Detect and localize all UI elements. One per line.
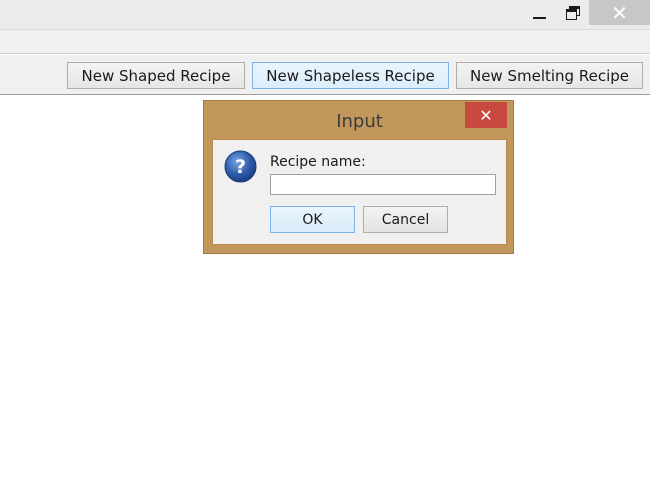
- close-icon: ✕: [479, 105, 493, 125]
- toolbar: New Shaped Recipe New Shapeless Recipe N…: [0, 55, 650, 95]
- app-window: ✕ New Shaped Recipe New Shapeless Recipe…: [0, 0, 650, 500]
- recipe-name-input[interactable]: [270, 174, 496, 195]
- maximize-button[interactable]: [558, 0, 588, 25]
- cancel-button[interactable]: Cancel: [363, 206, 448, 233]
- close-icon: ✕: [611, 0, 628, 25]
- dialog-body: ? Recipe name: OK Cancel: [212, 139, 507, 245]
- minimize-button[interactable]: [524, 0, 554, 25]
- svg-text:?: ?: [235, 156, 246, 178]
- question-icon: ?: [224, 150, 257, 183]
- recipe-name-label: Recipe name:: [270, 154, 366, 170]
- menu-strip: [0, 29, 650, 54]
- new-shaped-recipe-button[interactable]: New Shaped Recipe: [67, 62, 245, 89]
- restore-icon: [566, 5, 580, 20]
- ok-button[interactable]: OK: [270, 206, 355, 233]
- dialog-close-button[interactable]: ✕: [465, 102, 507, 128]
- new-shapeless-recipe-button[interactable]: New Shapeless Recipe: [252, 62, 449, 89]
- close-button[interactable]: ✕: [589, 0, 650, 25]
- minimize-icon: [532, 16, 546, 19]
- title-bar: ✕: [0, 0, 650, 29]
- input-dialog: Input ✕ ? Recipe name: OK Cancel: [203, 100, 514, 254]
- new-smelting-recipe-button[interactable]: New Smelting Recipe: [456, 62, 643, 89]
